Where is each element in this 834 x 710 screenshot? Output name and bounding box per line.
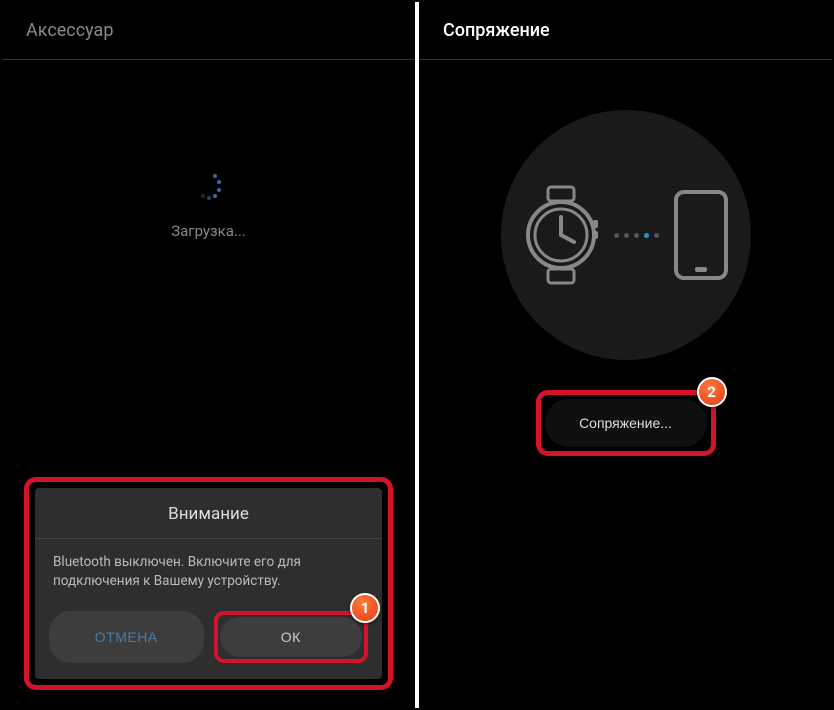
split-view: Аксессуар Загрузка... Внимание Bluetooth… xyxy=(0,0,834,710)
step-badge-1: 1 xyxy=(350,593,380,623)
accessory-pane: Аксессуар Загрузка... Внимание Bluetooth… xyxy=(2,2,419,708)
pair-graphic xyxy=(501,110,751,360)
loading-text: Загрузка... xyxy=(2,222,415,240)
phone-icon xyxy=(673,189,729,281)
pair-button-highlight: Сопряжение... 2 xyxy=(536,390,716,456)
accessory-title: Аксессуар xyxy=(2,2,415,60)
connection-dots-icon xyxy=(614,233,659,238)
pair-button[interactable]: Сопряжение... xyxy=(545,399,707,447)
cancel-button[interactable]: ОТМЕНА xyxy=(49,611,204,663)
dialog-message: Bluetooth выключен. Включите его для под… xyxy=(35,539,382,601)
dialog-title: Внимание xyxy=(35,488,382,539)
ok-highlight: ОК 1 xyxy=(214,611,369,663)
dialog-actions: ОТМЕНА ОК 1 xyxy=(35,601,382,679)
attention-dialog: Внимание Bluetooth выключен. Включите ег… xyxy=(35,488,382,679)
spinner-icon xyxy=(195,172,223,200)
ok-button[interactable]: ОК xyxy=(220,617,363,657)
watch-icon xyxy=(522,185,600,285)
loading-area: Загрузка... xyxy=(2,172,415,240)
pairing-title: Сопряжение xyxy=(419,2,832,60)
pairing-pane: Сопряжение xyxy=(419,2,832,708)
step-badge-2: 2 xyxy=(697,377,727,407)
dialog-highlight: Внимание Bluetooth выключен. Включите ег… xyxy=(24,477,393,690)
